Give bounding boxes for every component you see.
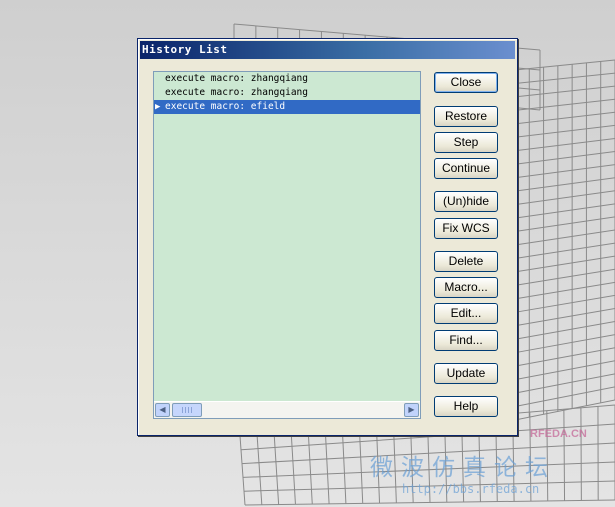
edit-button[interactable]: Edit... xyxy=(434,303,498,324)
delete-button[interactable]: Delete xyxy=(434,251,498,272)
find-button[interactable]: Find... xyxy=(434,330,498,351)
list-item-text: execute macro: zhangqiang xyxy=(165,87,308,98)
watermark-site-name: 微波仿真论坛 xyxy=(370,455,556,481)
close-button[interactable]: Close xyxy=(434,72,498,93)
help-button[interactable]: Help xyxy=(434,396,498,417)
macro-button[interactable]: Macro... xyxy=(434,277,498,298)
list-item[interactable]: execute macro: zhangqiang xyxy=(154,72,420,86)
scroll-left-button[interactable]: ◀ xyxy=(155,403,170,417)
horizontal-scrollbar[interactable]: ◀ ▶ xyxy=(154,401,420,418)
list-item[interactable]: ▶ execute macro: efield xyxy=(154,100,420,114)
continue-button[interactable]: Continue xyxy=(434,158,498,179)
watermark-logo: RFEDA.CN xyxy=(530,428,587,440)
history-list-dialog: History List execute macro: zhangqiang ex… xyxy=(137,38,518,436)
grip-icon xyxy=(182,407,194,413)
list-item[interactable]: execute macro: zhangqiang xyxy=(154,86,420,100)
history-items: execute macro: zhangqiang execute macro: … xyxy=(154,72,420,401)
unhide-button[interactable]: (Un)hide xyxy=(434,191,498,212)
current-step-arrow-icon: ▶ xyxy=(155,102,161,112)
chevron-left-icon: ◀ xyxy=(159,405,166,414)
scroll-right-button[interactable]: ▶ xyxy=(404,403,419,417)
history-list[interactable]: execute macro: zhangqiang execute macro: … xyxy=(153,71,421,419)
chevron-right-icon: ▶ xyxy=(408,405,415,414)
watermark-url: http://bbs.rfeda.cn xyxy=(402,482,540,496)
fix-wcs-button[interactable]: Fix WCS xyxy=(434,218,498,239)
list-item-text: execute macro: zhangqiang xyxy=(165,73,308,84)
scroll-thumb[interactable] xyxy=(172,403,202,417)
dialog-title[interactable]: History List xyxy=(140,41,515,59)
restore-button[interactable]: Restore xyxy=(434,106,498,127)
update-button[interactable]: Update xyxy=(434,363,498,384)
list-item-text: execute macro: efield xyxy=(165,101,286,112)
step-button[interactable]: Step xyxy=(434,132,498,153)
